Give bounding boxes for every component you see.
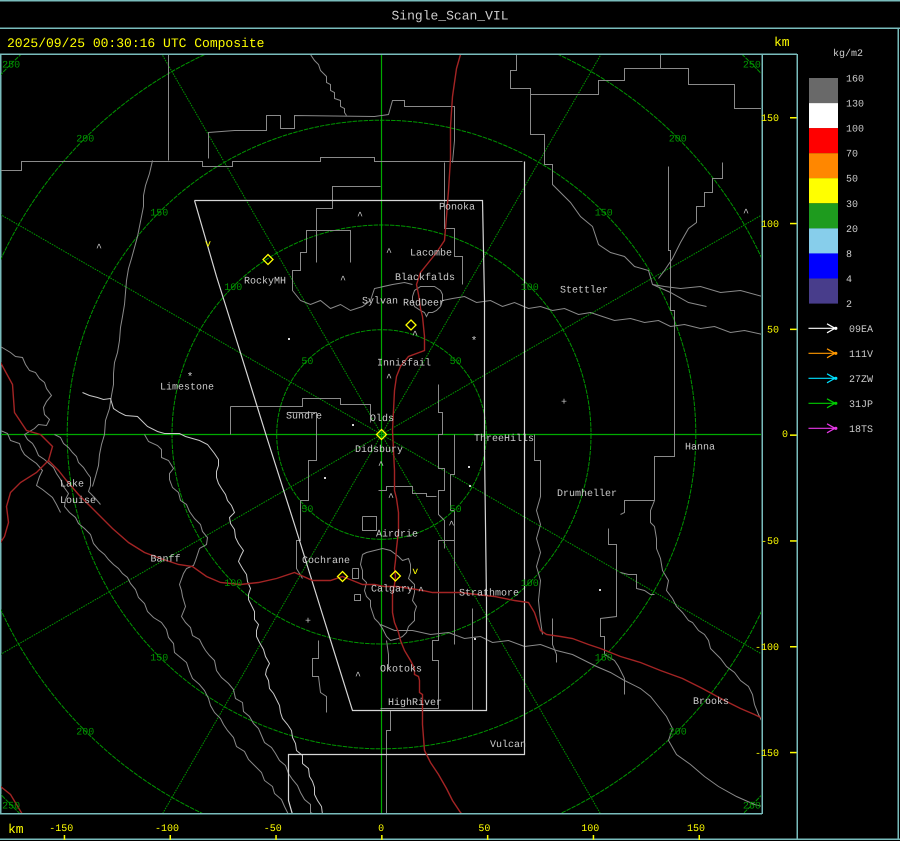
svg-text:^: ^ <box>418 587 424 598</box>
svg-text:2025/09/25 00:30:16 UTC Compos: 2025/09/25 00:30:16 UTC Composite <box>7 36 264 51</box>
svg-text:100: 100 <box>224 579 242 590</box>
svg-text:30: 30 <box>846 200 858 211</box>
svg-text:50: 50 <box>846 175 858 186</box>
svg-text:150: 150 <box>150 653 168 664</box>
svg-text:100: 100 <box>846 125 864 136</box>
svg-text:70: 70 <box>846 150 858 161</box>
svg-text:50: 50 <box>301 357 313 368</box>
svg-text:4: 4 <box>846 275 852 286</box>
svg-text:RedDeer: RedDeer <box>403 298 445 310</box>
svg-text:Lacombe: Lacombe <box>410 248 452 260</box>
svg-text:150: 150 <box>687 824 705 835</box>
svg-text:Single_Scan_VIL: Single_Scan_VIL <box>391 9 508 24</box>
svg-text:^: ^ <box>378 461 384 472</box>
svg-text:200: 200 <box>669 135 687 146</box>
svg-text:27ZW: 27ZW <box>849 375 873 386</box>
svg-text:Ponoka: Ponoka <box>439 202 475 214</box>
svg-text:^: ^ <box>340 276 346 287</box>
svg-text:v: v <box>205 240 211 251</box>
svg-text:250: 250 <box>743 801 761 812</box>
svg-text:Brooks: Brooks <box>693 696 729 708</box>
svg-text:ThreeHills: ThreeHills <box>474 433 534 445</box>
svg-text:-100: -100 <box>155 824 179 835</box>
svg-text:31JP: 31JP <box>849 400 873 411</box>
svg-text:Cochrane: Cochrane <box>302 555 350 567</box>
svg-text:+: + <box>561 398 567 409</box>
svg-text:0: 0 <box>782 430 788 441</box>
svg-text:100: 100 <box>521 283 539 294</box>
svg-text:HighRiver: HighRiver <box>388 697 442 709</box>
svg-text:-100: -100 <box>755 643 779 654</box>
svg-text:Okotoks: Okotoks <box>380 664 422 676</box>
svg-text:50: 50 <box>767 326 779 337</box>
svg-text:250: 250 <box>743 61 761 72</box>
svg-text:200: 200 <box>76 727 94 738</box>
svg-text:100: 100 <box>224 283 242 294</box>
svg-text:km: km <box>774 35 790 50</box>
svg-text:100: 100 <box>521 579 539 590</box>
svg-text:^: ^ <box>357 212 363 223</box>
svg-text:Drumheller: Drumheller <box>557 488 617 500</box>
svg-text:+: + <box>305 617 311 628</box>
svg-text:250: 250 <box>2 801 20 812</box>
svg-text:20: 20 <box>846 225 858 236</box>
svg-text:09EA: 09EA <box>849 325 873 336</box>
svg-text:Stettler: Stettler <box>560 285 608 297</box>
svg-text:200: 200 <box>669 727 687 738</box>
svg-text:Banff: Banff <box>151 554 181 566</box>
svg-text:0: 0 <box>378 824 384 835</box>
svg-text:200: 200 <box>76 135 94 146</box>
svg-text:Olds: Olds <box>370 413 394 425</box>
svg-text:2: 2 <box>846 300 852 311</box>
svg-text:^: ^ <box>743 209 749 220</box>
svg-text:150: 150 <box>761 114 779 125</box>
svg-text:*: * <box>471 336 478 348</box>
svg-text:Innisfail: Innisfail <box>377 358 431 370</box>
svg-text:250: 250 <box>2 61 20 72</box>
svg-text:Didsbury: Didsbury <box>355 444 403 456</box>
svg-text:130: 130 <box>846 100 864 111</box>
svg-text:km: km <box>8 822 24 837</box>
svg-text:150: 150 <box>150 209 168 220</box>
svg-text:^: ^ <box>355 672 361 683</box>
svg-text:Airdrie: Airdrie <box>376 529 418 541</box>
svg-text:-150: -150 <box>755 749 779 760</box>
svg-text:50: 50 <box>450 505 462 516</box>
svg-text:100: 100 <box>581 824 599 835</box>
svg-text:50: 50 <box>478 824 490 835</box>
svg-text:Lake: Lake <box>60 479 84 491</box>
svg-text:*: * <box>187 372 194 384</box>
svg-text:-150: -150 <box>49 824 73 835</box>
svg-text:150: 150 <box>595 653 613 664</box>
svg-text:^: ^ <box>412 331 418 342</box>
svg-text:Calgary: Calgary <box>371 584 413 596</box>
svg-text:^: ^ <box>96 244 102 255</box>
svg-text:Hanna: Hanna <box>685 443 715 454</box>
svg-text:^: ^ <box>388 493 394 504</box>
svg-text:-50: -50 <box>264 824 282 835</box>
svg-text:-50: -50 <box>761 537 779 548</box>
svg-text:Louise: Louise <box>60 495 96 507</box>
svg-text:50: 50 <box>301 505 313 516</box>
svg-text:Strathmore: Strathmore <box>459 588 519 600</box>
svg-text:100: 100 <box>761 220 779 231</box>
svg-text:150: 150 <box>595 209 613 220</box>
svg-text:Blackfalds: Blackfalds <box>395 272 455 284</box>
svg-text:111V: 111V <box>849 350 873 361</box>
svg-text:8: 8 <box>846 250 852 261</box>
svg-text:^: ^ <box>448 521 454 532</box>
svg-text:Sundre: Sundre <box>286 411 322 423</box>
svg-text:RockyMH: RockyMH <box>244 276 286 288</box>
svg-text:Sylvan: Sylvan <box>362 296 398 308</box>
svg-text:50: 50 <box>450 357 462 368</box>
svg-text:Vulcan: Vulcan <box>490 739 526 751</box>
svg-text:^: ^ <box>386 374 392 385</box>
svg-text:^: ^ <box>386 248 392 259</box>
svg-text:kg/m2: kg/m2 <box>833 48 863 60</box>
svg-text:v: v <box>412 567 418 578</box>
svg-text:18TS: 18TS <box>849 425 873 436</box>
svg-text:160: 160 <box>846 75 864 86</box>
